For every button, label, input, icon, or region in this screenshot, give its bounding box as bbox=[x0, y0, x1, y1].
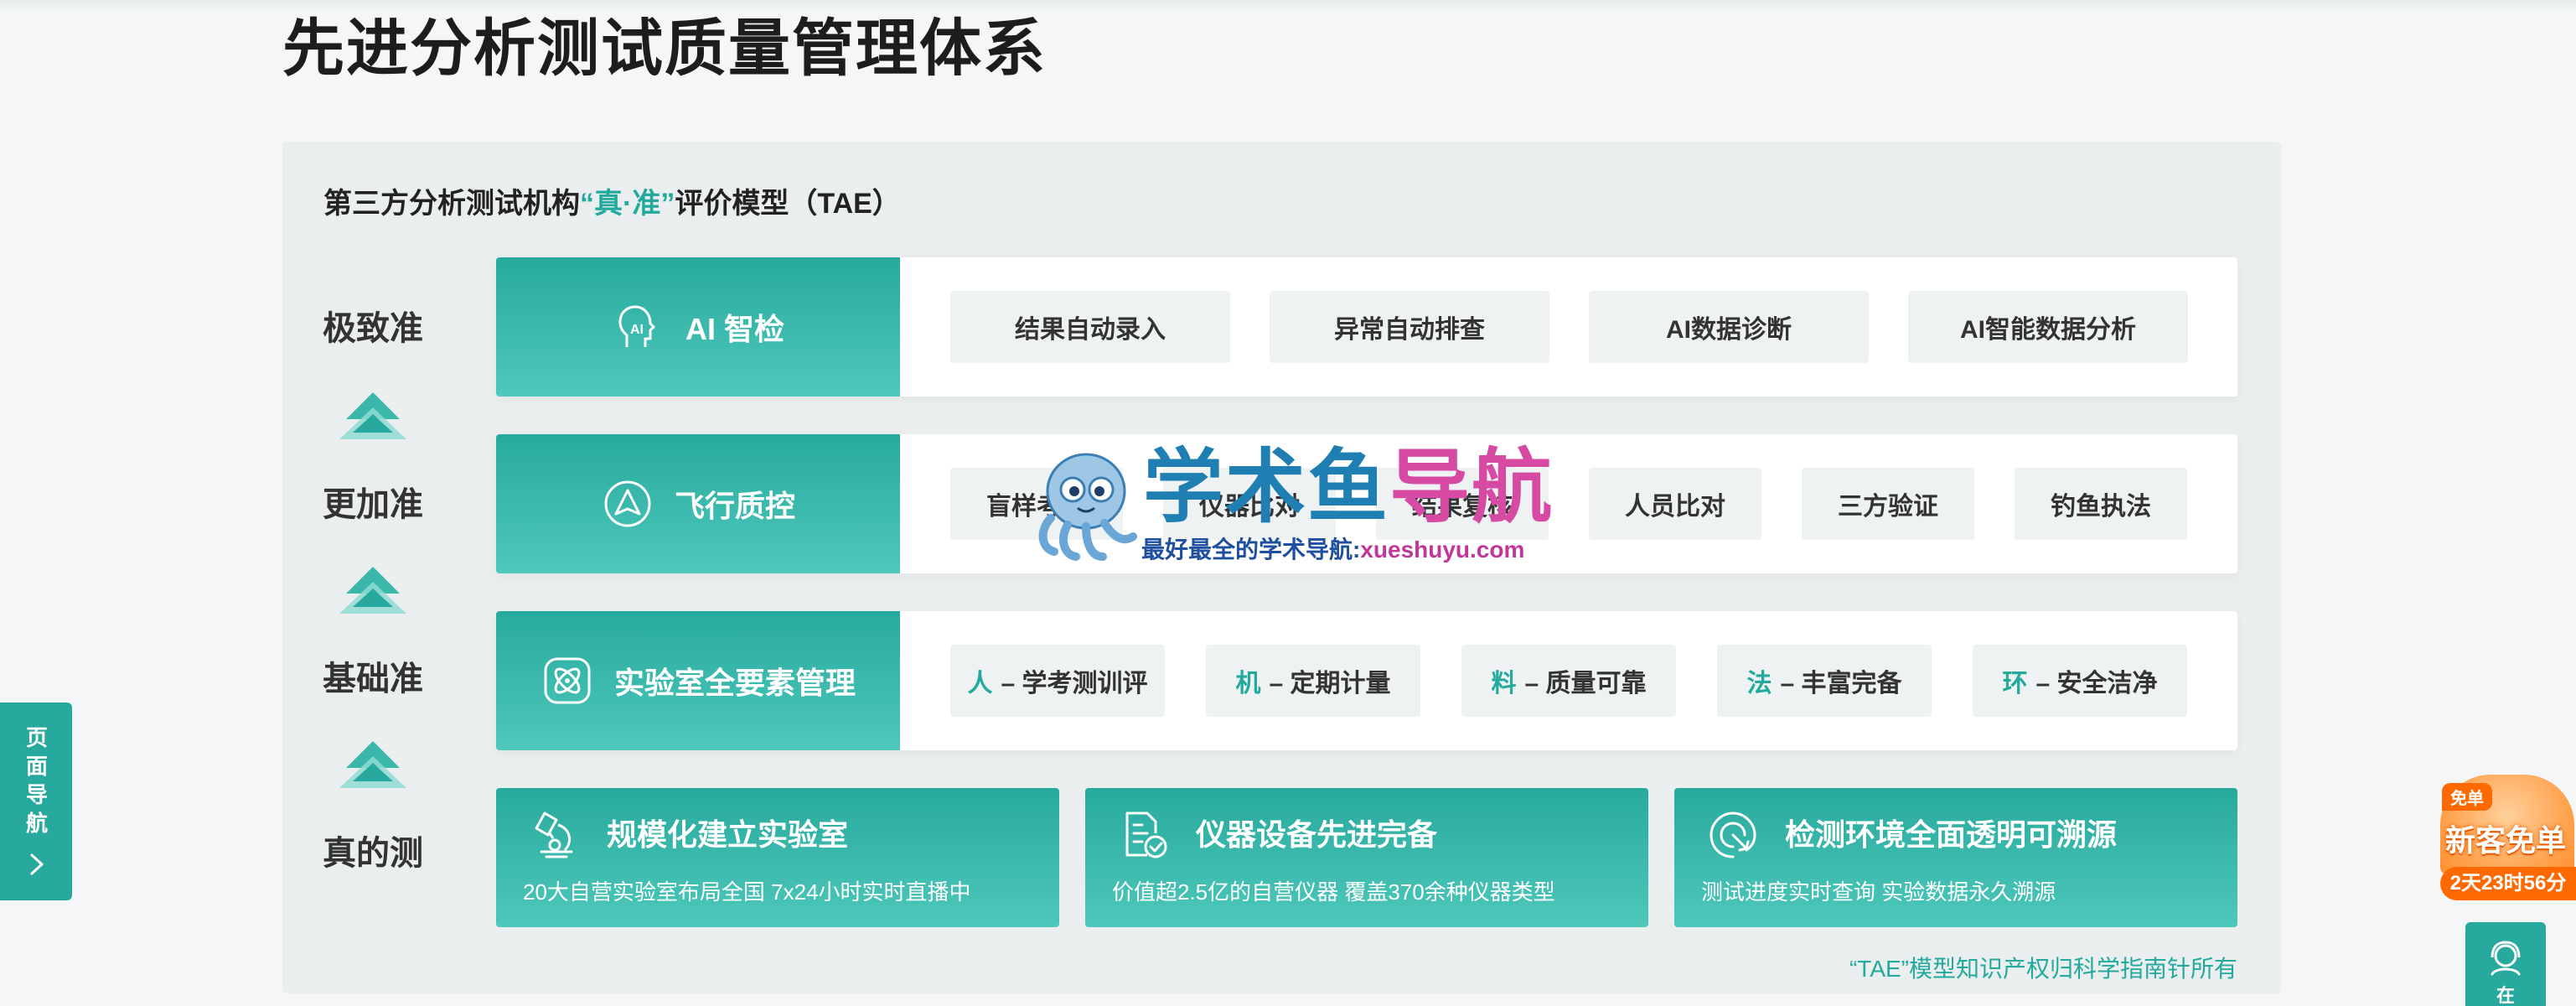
ai-head-icon: AI bbox=[618, 305, 655, 347]
customer-service-icon bbox=[2491, 941, 2521, 976]
level-up-arrow-icon bbox=[339, 392, 406, 439]
octopus-mascot-icon bbox=[1038, 453, 1137, 561]
feature-chip: 人员比对 bbox=[1589, 468, 1761, 540]
element-chip-method: 法 – 丰富完备 bbox=[1717, 645, 1932, 717]
card-instruments: 仪器设备先进完备 价值超2.5亿的自营仪器 覆盖370余种仪器类型 bbox=[1085, 788, 1648, 927]
element-keyword: 料 bbox=[1491, 670, 1517, 697]
row-head-lab-management: 实验室全要素管理 bbox=[496, 611, 900, 750]
page-title: 先进分析测试质量管理体系 bbox=[282, 13, 1047, 83]
watermark-subtitle-text: 最好最全的学术导航: bbox=[1141, 537, 1361, 563]
watermark-subtitle: 最好最全的学术导航:xueshuyu.com bbox=[1141, 532, 1524, 565]
element-text: – 定期计量 bbox=[1269, 670, 1391, 697]
watermark-overlay: 学术鱼导航 最好最全的学术导航:xueshuyu.com bbox=[1031, 443, 1552, 567]
card-description: 测试进度实时查询 实验数据永久溯源 bbox=[1701, 879, 2056, 905]
element-keyword: 环 bbox=[2002, 670, 2028, 697]
chevron-right-icon bbox=[30, 853, 44, 875]
row-head-label: 实验室全要素管理 bbox=[613, 666, 856, 700]
row-head-label: 飞行质控 bbox=[674, 489, 795, 523]
card-description: 20大自营实验室布局全国 7x24小时实时直播中 bbox=[523, 879, 971, 905]
element-keyword: 法 bbox=[1746, 670, 1772, 697]
feature-chip: 结果自动录入 bbox=[950, 291, 1230, 363]
row-head-label: AI 智检 bbox=[685, 312, 784, 346]
page-nav-button[interactable]: 页面导航 bbox=[0, 703, 72, 900]
promo-tag: 免单 bbox=[2442, 783, 2492, 811]
watermark-title: 学术鱼导航 bbox=[1143, 443, 1554, 533]
card-lab-scale: 规模化建立实验室 20大自营实验室布局全国 7x24小时实时直播中 bbox=[496, 788, 1059, 927]
watermark-title-a: 学术鱼 bbox=[1143, 443, 1389, 532]
row-head-flight-control: 飞行质控 bbox=[496, 434, 900, 573]
level-label-1: 极致准 bbox=[323, 310, 423, 347]
element-keyword: 机 bbox=[1235, 670, 1261, 697]
element-chip-environment: 环 – 安全洁净 bbox=[1973, 645, 2187, 717]
element-chip-material: 料 – 质量可靠 bbox=[1461, 645, 1676, 717]
model-title-accent: “真·准” bbox=[580, 188, 675, 220]
watermark-url: xueshuyu.com bbox=[1360, 537, 1525, 563]
service-label: 在 bbox=[2496, 985, 2515, 1006]
microscope-icon bbox=[535, 812, 573, 858]
level-up-arrow-icon bbox=[339, 567, 406, 614]
element-keyword: 人 bbox=[967, 670, 993, 697]
feature-chip: 三方验证 bbox=[1802, 468, 1974, 540]
card-title: 规模化建立实验室 bbox=[607, 817, 849, 852]
element-text: – 丰富完备 bbox=[1780, 670, 1902, 697]
feature-chip: 钓鱼执法 bbox=[2015, 468, 2187, 540]
row-ai-inspection: AI AI 智检 结果自动录入 异常自动排查 AI数据诊断 AI智能数据分析 bbox=[496, 257, 2237, 397]
card-description: 价值超2.5亿的自营仪器 覆盖370余种仪器类型 bbox=[1112, 879, 1555, 905]
element-chip-person: 人 – 学考测训评 bbox=[950, 645, 1165, 717]
level-label-2: 更加准 bbox=[323, 486, 423, 523]
element-chip-machine: 机 – 定期计量 bbox=[1206, 645, 1420, 717]
row-lab-management: 实验室全要素管理 人 – 学考测训评 机 – 定期计量 料 – 质量可靠 法 – 丰富完… bbox=[496, 611, 2237, 750]
watermark-title-b: 导航 bbox=[1389, 443, 1554, 532]
level-label-4: 真的测 bbox=[323, 835, 423, 872]
element-text: – 安全洁净 bbox=[2035, 670, 2158, 697]
level-up-arrow-icon bbox=[339, 741, 406, 788]
model-title-prefix: 第三方分析测试机构 bbox=[323, 188, 580, 220]
document-check-icon bbox=[1125, 812, 1167, 858]
model-title: 第三方分析测试机构“真·准”评价模型（TAE） bbox=[323, 183, 901, 225]
feature-chip: AI智能数据分析 bbox=[1908, 291, 2188, 363]
row-head-ai-inspection: AI AI 智检 bbox=[496, 257, 900, 397]
trace-icon bbox=[1710, 812, 1756, 858]
promo-countdown: 2天23时56分 bbox=[2440, 867, 2576, 900]
feature-chip: AI数据诊断 bbox=[1589, 291, 1869, 363]
flight-control-icon bbox=[604, 480, 651, 527]
model-title-suffix: 评价模型（TAE） bbox=[675, 188, 901, 220]
element-text: – 质量可靠 bbox=[1524, 670, 1647, 697]
card-traceability: 检测环境全面透明可溯源 测试进度实时查询 实验数据永久溯源 bbox=[1674, 788, 2237, 927]
new-customer-promo[interactable]: 免单 新客免单 2天23时56分 bbox=[2378, 775, 2576, 902]
feature-chip: 异常自动排查 bbox=[1270, 291, 1549, 363]
atom-icon bbox=[544, 657, 591, 704]
copyright-footnote: “TAE”模型知识产权归科学指南针所有 bbox=[1849, 956, 2237, 982]
customer-service-button[interactable]: 在 bbox=[2465, 922, 2546, 1006]
card-title: 检测环境全面透明可溯源 bbox=[1785, 817, 2118, 852]
level-label-3: 基础准 bbox=[323, 661, 423, 697]
svg-text:AI: AI bbox=[630, 323, 644, 337]
element-text: – 学考测训评 bbox=[1001, 670, 1148, 697]
page-nav-label: 页面导航 bbox=[23, 726, 49, 840]
card-title: 仪器设备先进完备 bbox=[1196, 817, 1438, 852]
promo-title: 新客免单 bbox=[2445, 823, 2567, 858]
